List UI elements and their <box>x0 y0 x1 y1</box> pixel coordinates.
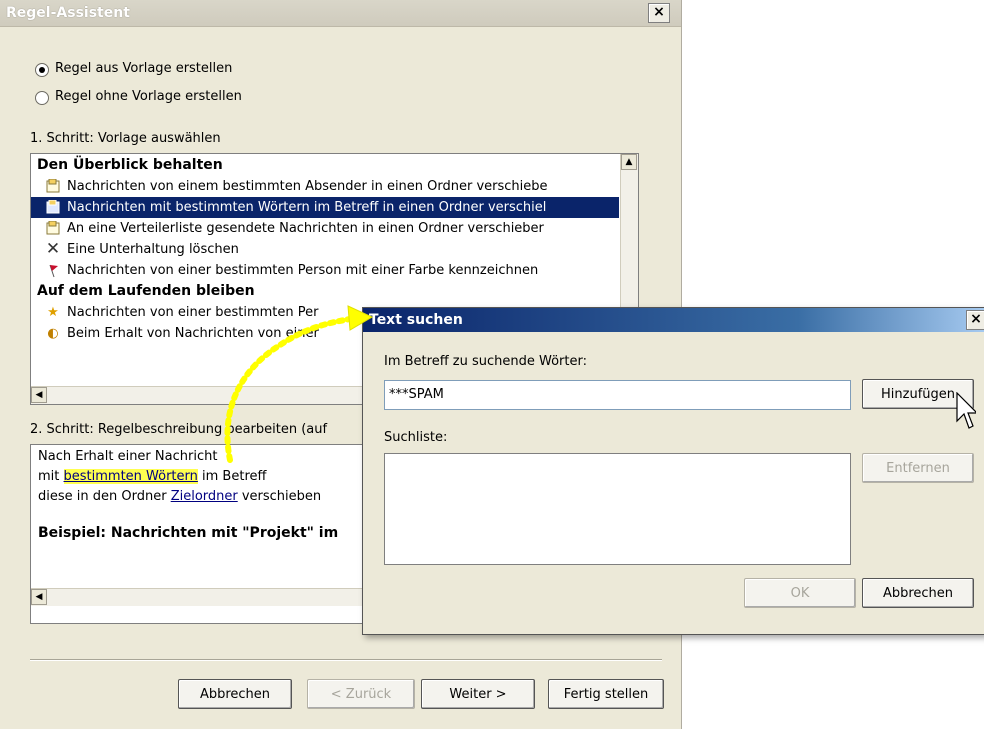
group-header: Den Überblick behalten <box>37 157 223 173</box>
words-input[interactable]: ***SPAM <box>384 380 851 410</box>
radio-from-template-label[interactable]: Regel aus Vorlage erstellen <box>55 61 232 76</box>
group-header: Auf dem Laufenden bleiben <box>37 283 255 299</box>
ok-button[interactable]: OK <box>744 578 856 608</box>
separator <box>30 659 662 661</box>
annotation-arrow <box>224 305 374 463</box>
delete-x-icon: ✕ <box>45 239 61 259</box>
mouse-cursor-icon <box>956 392 976 429</box>
dialog-cancel-button[interactable]: Abbrechen <box>862 578 974 608</box>
alert-star-icon: ★ <box>47 305 59 320</box>
next-button[interactable]: Weiter > <box>421 679 535 709</box>
link-target-folder[interactable]: Zielordner <box>171 489 238 504</box>
back-button[interactable]: < Zurück <box>307 679 415 709</box>
list-item-label: Nachrichten von einem bestimmten Absende… <box>67 179 548 194</box>
radio-blank-rule-label[interactable]: Regel ohne Vorlage erstellen <box>55 89 242 104</box>
list-item[interactable]: An eine Verteilerliste gesendete Nachric… <box>31 218 619 239</box>
link-specific-words[interactable]: bestimmten Wörtern <box>63 469 198 484</box>
move-to-folder-icon <box>45 178 61 194</box>
dialog-titlebar: Text suchen × <box>363 308 984 332</box>
desc-text: mit <box>38 469 64 484</box>
list-item[interactable]: ✕ Eine Unterhaltung löschen <box>31 239 619 260</box>
search-list[interactable] <box>384 453 851 565</box>
radio-from-template[interactable] <box>35 63 49 77</box>
wizard-titlebar: Regel-Assistent × <box>0 0 681 27</box>
dialog-title: Text suchen <box>369 312 463 328</box>
wizard-title: Regel-Assistent <box>6 5 130 21</box>
list-item-label: Eine Unterhaltung löschen <box>67 242 239 257</box>
wizard-cancel-button[interactable]: Abbrechen <box>178 679 292 709</box>
list-item[interactable]: Nachrichten von einer bestimmten Person … <box>31 260 619 281</box>
search-list-label: Suchliste: <box>384 430 448 445</box>
list-item[interactable]: Nachrichten von einem bestimmten Absende… <box>31 176 619 197</box>
dialog-close-button[interactable]: × <box>966 310 984 330</box>
list-item-selected[interactable]: Nachrichten mit bestimmten Wörtern im Be… <box>31 197 619 218</box>
words-input-value: ***SPAM <box>389 387 444 402</box>
move-to-folder-icon <box>45 220 61 236</box>
list-item-label: Nachrichten mit bestimmten Wörtern im Be… <box>67 200 547 215</box>
finish-button[interactable]: Fertig stellen <box>548 679 664 709</box>
wizard-close-button[interactable]: × <box>648 3 670 23</box>
desc-line-3: diese in den Ordner Zielordner verschieb… <box>38 489 321 504</box>
desc-line-2: mit bestimmten Wörtern im Betreff <box>38 469 266 484</box>
move-to-folder-icon <box>45 199 61 215</box>
radio-blank-rule[interactable] <box>35 91 49 105</box>
example-text: Beispiel: Nachrichten mit "Projekt" im <box>38 525 339 541</box>
text-search-dialog: Text suchen × Im Betreff zu suchende Wör… <box>362 307 984 635</box>
scroll-left-button[interactable]: ◀ <box>31 589 47 605</box>
remove-button[interactable]: Entfernen <box>862 453 974 483</box>
step1-label: 1. Schritt: Vorlage auswählen <box>30 131 221 146</box>
desc-text: diese in den Ordner <box>38 489 171 504</box>
list-item-label: An eine Verteilerliste gesendete Nachric… <box>67 221 544 236</box>
flag-icon <box>45 263 61 278</box>
scroll-left-button[interactable]: ◀ <box>31 387 47 403</box>
scroll-up-button[interactable]: ▲ <box>621 154 637 170</box>
desc-text: im Betreff <box>197 469 267 484</box>
desc-text: verschieben <box>237 489 322 504</box>
list-item-label: Nachrichten von einer bestimmten Person … <box>67 263 539 278</box>
sound-icon: ◐ <box>47 326 59 341</box>
words-label: Im Betreff zu suchende Wörter: <box>384 354 587 369</box>
